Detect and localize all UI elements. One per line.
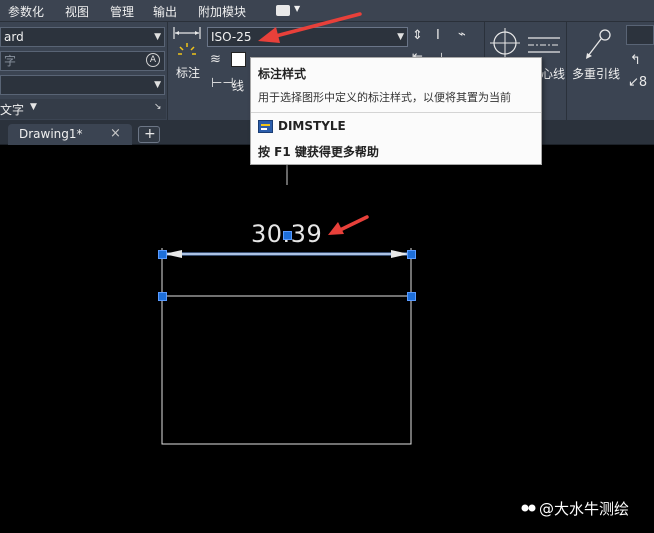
tooltip-help-text: 按 F1 键获得更多帮助 [258, 145, 379, 159]
dim-jog-icon[interactable]: ⌁ [458, 28, 466, 42]
chevron-down-icon: ▼ [397, 32, 404, 42]
grip-handle[interactable] [158, 250, 167, 259]
text-find-icon[interactable]: A [146, 53, 160, 67]
close-icon[interactable]: × [110, 126, 121, 141]
add-leader-icon[interactable]: ↰ [630, 54, 641, 68]
multileader-icon[interactable] [583, 28, 613, 60]
linetype-label: 线 [232, 79, 245, 93]
dimension-button-label: 标注 [176, 66, 201, 80]
remove-leader-icon[interactable]: ↙8 [628, 76, 647, 90]
panel-divider [566, 22, 567, 120]
tooltip-command-name: DIMSTYLE [278, 119, 346, 133]
dim-space-icon[interactable]: ⇕ [412, 29, 423, 43]
panel-divider [167, 22, 168, 120]
menu-manage[interactable]: 管理 [110, 3, 134, 20]
rectangle-object[interactable] [161, 295, 412, 445]
tooltip-divider [251, 112, 541, 113]
layer-icon[interactable]: ≋ [210, 53, 221, 67]
grip-handle[interactable] [283, 231, 292, 240]
text-panel-label: 文字 [0, 103, 25, 117]
text-panel-title[interactable]: 文字 ▼ ↘ [0, 99, 166, 119]
annotation-arrow-icon [328, 215, 369, 235]
panel-launcher-icon[interactable]: ↘ [154, 102, 162, 112]
multileader-style-combo[interactable] [626, 25, 654, 45]
grip-handle[interactable] [407, 292, 416, 301]
plus-icon: + [144, 126, 156, 142]
dimension-style-value: ISO-25 [211, 30, 252, 44]
text-search-field[interactable]: 字 A [0, 51, 165, 71]
annotation-arrow-icon [258, 12, 362, 43]
dimension-button[interactable]: 标注 [171, 25, 205, 81]
centerline-label: 心线 [541, 67, 566, 81]
color-swatch[interactable] [231, 52, 246, 67]
tooltip-title: 标注样式 [258, 67, 307, 81]
menu-addins[interactable]: 附加模块 [198, 3, 246, 20]
centerline-icon[interactable] [528, 34, 560, 56]
chevron-down-icon: ▼ [154, 80, 161, 90]
text-style-combo[interactable]: ard ▼ [0, 27, 165, 47]
new-tab-button[interactable]: + [138, 126, 160, 143]
dimension-style-tooltip: 标注样式 用于选择图形中定义的标注样式，以便将其置为当前 DIMSTYLE 按 … [250, 57, 542, 165]
menu-view[interactable]: 视图 [65, 3, 89, 20]
chevron-down-icon: ▼ [30, 102, 37, 112]
linetype-icon[interactable]: ⊢⊣ [211, 77, 234, 91]
text-height-combo[interactable]: ▼ [0, 75, 165, 95]
menu-output[interactable]: 输出 [153, 3, 177, 20]
dimension-icon [173, 27, 201, 55]
tab-drawing1[interactable]: Drawing1* × [8, 124, 132, 145]
text-search-placeholder: 字 [4, 54, 17, 68]
grip-handle[interactable] [158, 292, 167, 301]
center-mark-icon[interactable] [490, 28, 520, 58]
dim-break-icon[interactable]: I [436, 29, 440, 43]
watermark-logo-icon [521, 504, 536, 512]
tooltip-description: 用于选择图形中定义的标注样式，以便将其置为当前 [258, 91, 511, 104]
multileader-label: 多重引线 [572, 67, 621, 81]
chevron-down-icon: ▼ [154, 32, 161, 42]
watermark-text: @大水牛测绘 [539, 500, 630, 518]
menu-parametric[interactable]: 参数化 [8, 3, 44, 20]
grip-handle[interactable] [407, 250, 416, 259]
tab-drawing1-label: Drawing1* [19, 127, 83, 141]
text-style-value: ard [4, 30, 24, 44]
drawing-canvas[interactable] [0, 146, 654, 533]
command-icon [258, 120, 273, 133]
